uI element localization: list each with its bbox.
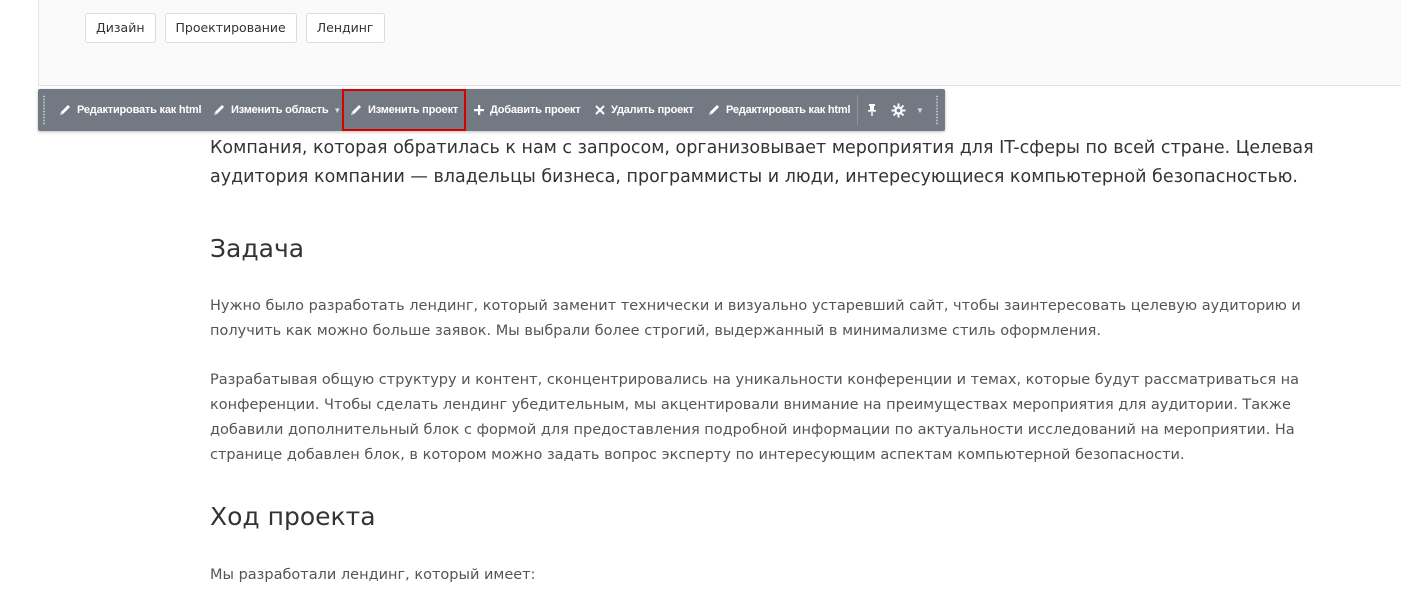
chevron-down-icon: ▼ [916,105,924,115]
edit-as-html-button[interactable]: Редактировать как html [58,89,202,131]
pin-button[interactable] [866,89,883,131]
pencil-icon [709,105,719,115]
heading-task: Задача [210,234,305,263]
drag-handle-icon[interactable] [42,95,46,125]
plus-icon [474,105,484,115]
heading-progress: Ход проекта [210,502,376,531]
highlight-frame [342,89,466,131]
chevron-down-icon: ▼ [333,105,342,115]
delete-project-button[interactable]: Удалить проект [594,89,694,131]
edit-as-html-label: Редактировать как html [77,104,202,116]
gear-icon [891,102,906,118]
change-area-button[interactable]: Изменить область ▼ [212,89,341,131]
settings-button[interactable]: ▼ [891,89,924,131]
tag-design[interactable]: Дизайн [85,13,156,43]
task-paragraph-2: Разрабатывая общую структуру и контент, … [210,372,1300,463]
add-project-button[interactable]: Добавить проект [473,89,581,131]
pencil-icon [60,105,70,115]
tag-list: Дизайн Проектирование Лендинг [85,13,385,43]
article-lead: Компания, которая обратилась к нам с зап… [210,138,1314,187]
admin-edit-toolbar: Редактировать как html Изменить область … [38,89,945,131]
edit-as-html-label-2: Редактировать как html [726,104,851,116]
drag-handle-icon[interactable] [935,95,938,125]
toolbar-divider [857,95,858,125]
pin-icon [868,104,876,116]
change-area-label: Изменить область [231,104,329,116]
tag-landing[interactable]: Лендинг [305,13,385,43]
pencil-icon [214,105,224,115]
add-project-label: Добавить проект [490,104,581,116]
progress-paragraph-1: Мы разработали лендинг, который имеет: [210,567,536,583]
delete-project-label: Удалить проект [611,104,694,116]
task-paragraph-1: Нужно было разработать лендинг, который … [210,298,1301,339]
edit-as-html-button-2[interactable]: Редактировать как html [707,89,851,131]
tag-projecting[interactable]: Проектирование [164,13,297,43]
project-header-panel: Дизайн Проектирование Лендинг [38,0,1401,86]
close-icon [595,105,605,115]
